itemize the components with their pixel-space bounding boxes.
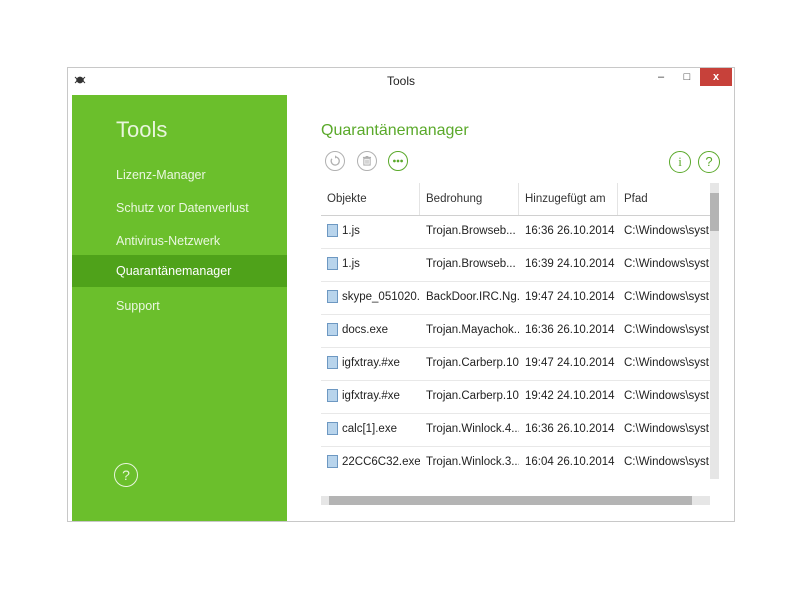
cell-object: 22CC6C32.exe	[321, 446, 420, 479]
cell-object: 1.js	[321, 215, 420, 248]
cell-object: calc[1].exe	[321, 413, 420, 446]
file-icon	[327, 389, 338, 402]
cell-path: C:\Windows\syst...	[624, 390, 710, 402]
cell-threat: Trojan.Carberp.10	[426, 357, 519, 369]
cell-path: C:\Windows\syst...	[624, 324, 710, 336]
cell-threat: Trojan.Carberp.10	[426, 390, 519, 402]
cell-threat: Trojan.Browseb...	[426, 225, 516, 237]
page-title: Quarantänemanager	[321, 122, 469, 139]
cell-object: 1.js	[321, 248, 420, 281]
object-name: igfxtray.#xe	[342, 357, 400, 369]
close-button[interactable]: x	[700, 68, 732, 86]
cell-object: igfxtray.#xe	[321, 347, 420, 380]
cell-object: igfxtray.#xe	[321, 380, 420, 413]
sidebar-title: Tools	[116, 117, 168, 142]
cell-path: C:\Windows\syst...	[624, 291, 710, 303]
column-header-bedrohung[interactable]: Bedrohung	[420, 183, 519, 215]
cell-date: 16:36 26.10.2014	[525, 324, 615, 336]
vertical-scroll-thumb[interactable]	[710, 193, 719, 231]
help-icon[interactable]: ?	[114, 463, 138, 487]
column-header-hinzugefuegt-am[interactable]: Hinzugefügt am	[519, 183, 618, 215]
cell-path: C:\Windows\syst...	[624, 357, 710, 369]
table-row[interactable]: 1.js Trojan.Browseb... 16:36 26.10.2014 …	[321, 215, 710, 249]
cell-object: skype_051020...	[321, 281, 420, 314]
object-name: 1.js	[342, 258, 360, 270]
sidebar-item-support[interactable]: Support	[72, 290, 287, 322]
file-icon	[327, 257, 338, 270]
cell-threat: Trojan.Browseb...	[426, 258, 516, 270]
file-icon	[327, 422, 338, 435]
help-button-icon[interactable]: ?	[698, 151, 720, 173]
cell-path: C:\Windows\syst...	[624, 456, 710, 468]
object-name: docs.exe	[342, 324, 389, 336]
sidebar-item-lizenz-manager[interactable]: Lizenz-Manager	[72, 159, 287, 191]
cell-date: 16:36 26.10.2014	[525, 423, 615, 435]
object-name: calc[1].exe	[342, 423, 397, 435]
sidebar-item-schutz-vor-datenverlust[interactable]: Schutz vor Datenverlust	[72, 192, 287, 224]
cell-path: C:\Windows\syst...	[624, 423, 710, 435]
main-panel: Quarantänemanager i ? Objekte Bedrohung …	[287, 95, 734, 521]
restore-icon[interactable]	[325, 151, 345, 171]
title-bar[interactable]: Tools – □ x	[68, 68, 734, 94]
more-icon[interactable]	[388, 151, 408, 171]
sidebar: Tools Lizenz-Manager Schutz vor Datenver…	[72, 95, 287, 521]
maximize-button[interactable]: □	[674, 68, 700, 86]
cell-threat: Trojan.Winlock.3...	[426, 456, 519, 468]
horizontal-scrollbar[interactable]	[321, 496, 710, 505]
table-header: Objekte Bedrohung Hinzugefügt am Pfad	[321, 183, 710, 216]
file-icon	[327, 224, 338, 237]
cell-threat: BackDoor.IRC.Ng...	[426, 291, 519, 303]
table-row[interactable]: calc[1].exe Trojan.Winlock.4... 16:36 26…	[321, 413, 710, 447]
cell-date: 19:42 24.10.2014	[525, 390, 615, 402]
cell-date: 16:39 24.10.2014	[525, 258, 615, 270]
file-icon	[327, 455, 338, 468]
cell-object: docs.exe	[321, 314, 420, 347]
table-row[interactable]: 22CC6C32.exe Trojan.Winlock.3... 16:04 2…	[321, 446, 710, 479]
table-row[interactable]: 1.js Trojan.Browseb... 16:39 24.10.2014 …	[321, 248, 710, 282]
cell-threat: Trojan.Winlock.4...	[426, 423, 519, 435]
info-icon[interactable]: i	[669, 151, 691, 173]
cell-date: 16:04 26.10.2014	[525, 456, 615, 468]
table-row[interactable]: igfxtray.#xe Trojan.Carberp.10 19:47 24.…	[321, 347, 710, 381]
cell-threat: Trojan.Mayachok...	[426, 324, 519, 336]
cell-date: 19:47 24.10.2014	[525, 291, 615, 303]
object-name: 1.js	[342, 225, 360, 237]
object-name: skype_051020...	[342, 291, 420, 303]
table-row[interactable]: docs.exe Trojan.Mayachok... 16:36 26.10.…	[321, 314, 710, 348]
file-icon	[327, 323, 338, 336]
object-name: 22CC6C32.exe	[342, 456, 420, 468]
trash-icon[interactable]	[357, 151, 377, 171]
file-icon	[327, 356, 338, 369]
object-name: igfxtray.#xe	[342, 390, 400, 402]
tools-window: Tools – □ x Tools Lizenz-Manager Schutz …	[67, 67, 735, 522]
cell-date: 16:36 26.10.2014	[525, 225, 615, 237]
horizontal-scroll-thumb[interactable]	[329, 496, 692, 505]
cell-path: C:\Windows\syst...	[624, 258, 710, 270]
cell-path: C:\Windows\syst...	[624, 225, 710, 237]
sidebar-item-quarantaenemanager[interactable]: Quarantänemanager	[72, 255, 287, 287]
file-icon	[327, 290, 338, 303]
column-header-pfad[interactable]: Pfad	[618, 183, 710, 215]
table-row[interactable]: skype_051020... BackDoor.IRC.Ng... 19:47…	[321, 281, 710, 315]
table-row[interactable]: igfxtray.#xe Trojan.Carberp.10 19:42 24.…	[321, 380, 710, 414]
sidebar-item-antivirus-netzwerk[interactable]: Antivirus-Netzwerk	[72, 225, 287, 257]
vertical-scrollbar[interactable]	[710, 183, 719, 479]
cell-date: 19:47 24.10.2014	[525, 357, 615, 369]
window-title: Tools	[386, 74, 415, 88]
minimize-button[interactable]: –	[648, 68, 674, 86]
quarantine-table: Objekte Bedrohung Hinzugefügt am Pfad 1.…	[321, 183, 710, 479]
column-header-objekte[interactable]: Objekte	[321, 183, 420, 215]
